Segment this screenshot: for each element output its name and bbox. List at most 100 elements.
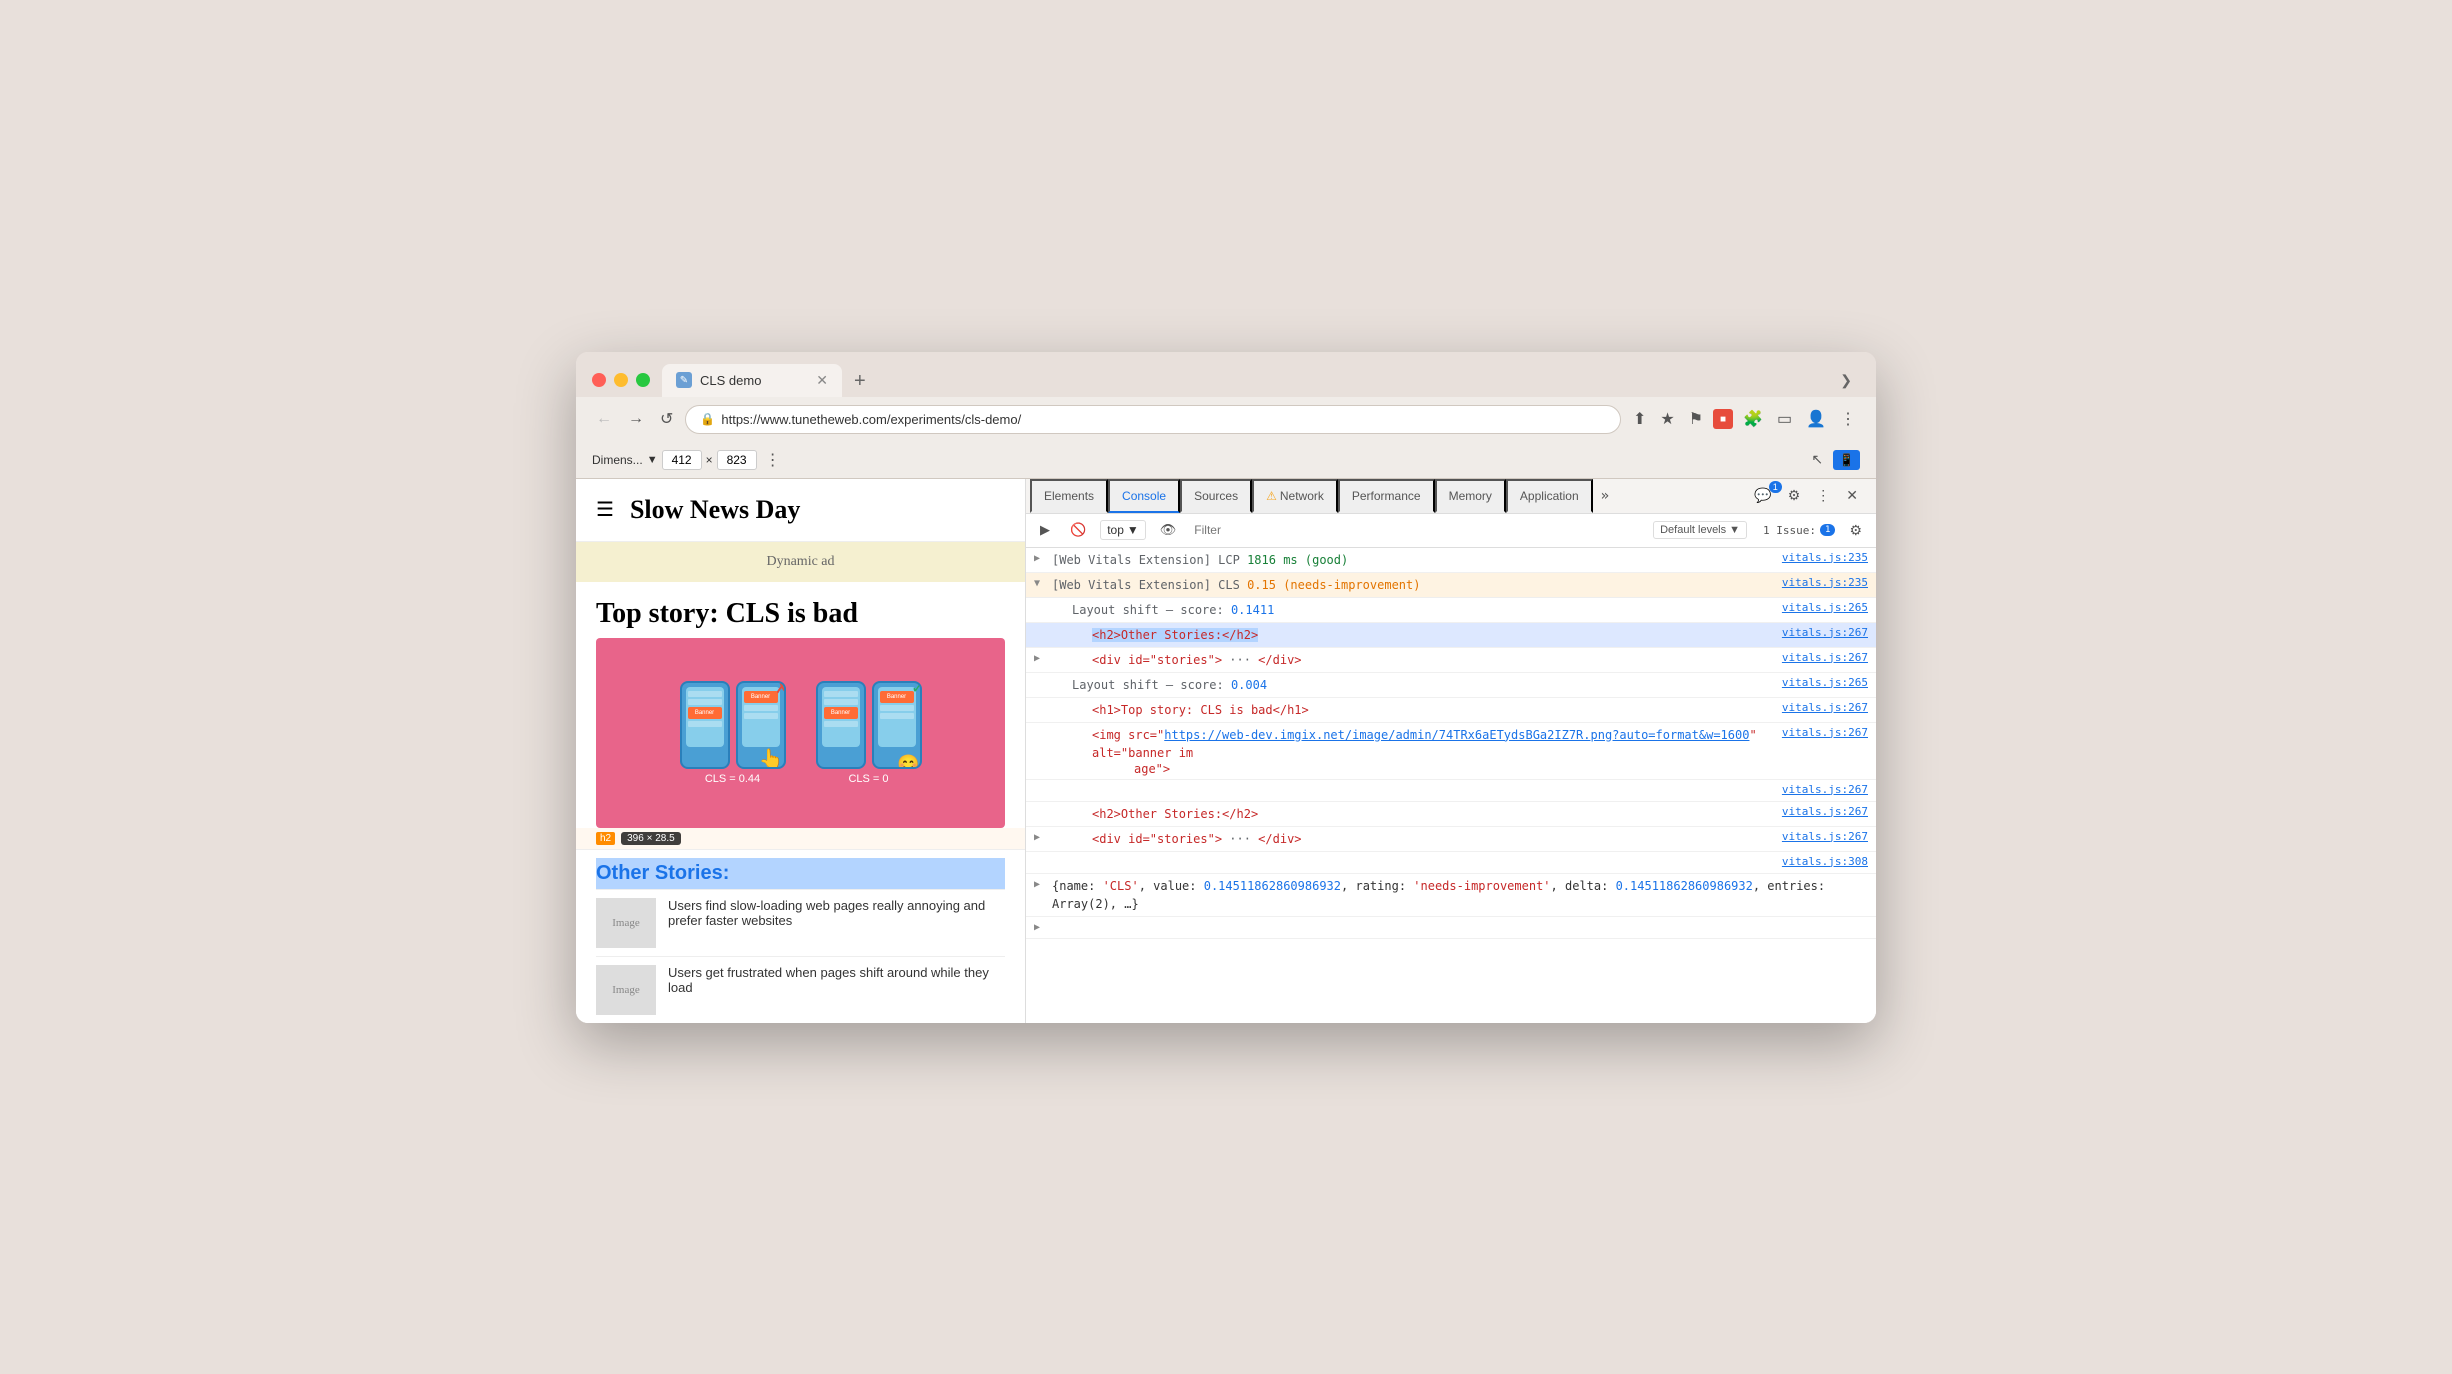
context-chevron-icon: ▼ bbox=[1127, 523, 1139, 537]
console-filter-input[interactable] bbox=[1190, 521, 1645, 539]
layout-shift-2-source[interactable]: vitals.js:265 bbox=[1766, 676, 1868, 689]
share-button[interactable]: ⬆ bbox=[1629, 405, 1650, 433]
extensions-button[interactable]: 🧩 bbox=[1739, 405, 1767, 433]
webpage-header: ☰ Slow News Day bbox=[576, 479, 1025, 542]
tabs-chevron-icon[interactable]: ❯ bbox=[1832, 364, 1860, 397]
img-content: <img src="https://web-dev.imgix.net/imag… bbox=[1052, 726, 1766, 762]
bookmark-button[interactable]: ★ bbox=[1656, 405, 1678, 433]
address-bar: ← → ↺ 🔒 https://www.tunetheweb.com/exper… bbox=[576, 397, 1876, 442]
console-play-button[interactable]: ▶ bbox=[1034, 520, 1056, 540]
title-bar: ✎ CLS demo ✕ + ❯ bbox=[576, 352, 1876, 397]
h1-source-link[interactable]: vitals.js:267 bbox=[1766, 701, 1868, 714]
h2-2-source-link[interactable]: vitals.js:267 bbox=[1766, 805, 1868, 818]
expand-div-stories-1[interactable]: ▶ bbox=[1034, 653, 1046, 664]
div-stories-2-source[interactable]: vitals.js:267 bbox=[1766, 830, 1868, 843]
console-row-lcp-content: [Web Vitals Extension] LCP 1816 ms (good… bbox=[1052, 551, 1766, 569]
new-tab-button[interactable]: + bbox=[846, 366, 874, 397]
dimension-cross: × bbox=[706, 453, 713, 467]
console-clear-button[interactable]: 🚫 bbox=[1064, 520, 1092, 540]
devtools-tab-memory[interactable]: Memory bbox=[1435, 479, 1506, 513]
back-button[interactable]: ← bbox=[592, 406, 616, 432]
console-levels-button[interactable]: Default levels ▼ bbox=[1653, 521, 1747, 539]
browser-tab[interactable]: ✎ CLS demo ✕ bbox=[662, 364, 842, 397]
devtools-tab-performance[interactable]: Performance bbox=[1338, 479, 1435, 513]
dimension-label: Dimens... bbox=[592, 453, 643, 467]
expand-div-stories-2[interactable]: ▶ bbox=[1034, 832, 1046, 843]
devtools-device-button[interactable]: 📱 bbox=[1833, 450, 1860, 470]
width-input[interactable] bbox=[662, 450, 702, 470]
close-button[interactable] bbox=[592, 373, 606, 387]
console-row-h2-highlight: <h2>Other Stories:</h2> vitals.js:267 bbox=[1026, 623, 1876, 648]
devtools-top-bar: Dimens... ▼ × ⋮ ↖ 📱 bbox=[576, 442, 1876, 479]
webpage: ☰ Slow News Day Dynamic ad Top story: CL… bbox=[576, 479, 1025, 1023]
div-stories-1-content: <div id="stories"> ··· </div> bbox=[1052, 651, 1766, 669]
phone-good-2: Banner ✓ 😊 bbox=[872, 681, 922, 769]
console-row-layout-shift-2: Layout shift – score: 0.004 vitals.js:26… bbox=[1026, 673, 1876, 698]
console-eye-button[interactable]: 👁 bbox=[1154, 520, 1183, 540]
console-row-h1: <h1>Top story: CLS is bad</h1> vitals.js… bbox=[1026, 698, 1876, 723]
menu-button[interactable]: ⋮ bbox=[1836, 405, 1860, 433]
devtools-settings-icon[interactable]: ⚙ bbox=[1782, 483, 1807, 508]
cls-source-link[interactable]: vitals.js:235 bbox=[1766, 576, 1868, 589]
bottom-expand-icon[interactable]: ▶ bbox=[1034, 922, 1046, 933]
console-row-div-stories-1: ▶ <div id="stories"> ··· </div> vitals.j… bbox=[1026, 648, 1876, 673]
blank-1-source[interactable]: vitals.js:267 bbox=[1766, 783, 1868, 796]
console-row-blank-1: vitals.js:267 bbox=[1026, 780, 1876, 802]
other-stories-highlight: Other Stories: bbox=[596, 858, 1005, 889]
dimension-dropdown-icon[interactable]: ▼ bbox=[647, 454, 658, 466]
tab-close-icon[interactable]: ✕ bbox=[816, 372, 828, 389]
other-stories-title: Other Stories: bbox=[596, 862, 729, 884]
story-text-1: Users find slow-loading web pages really… bbox=[668, 898, 1005, 928]
console-row-object: ▶ {name: 'CLS', value: 0.145118628609869… bbox=[1026, 874, 1876, 917]
profile-button[interactable]: 👤 bbox=[1802, 405, 1830, 433]
devtools-panel: Elements Console Sources ⚠ Network Perfo… bbox=[1026, 479, 1876, 1023]
minimize-button[interactable] bbox=[614, 373, 628, 387]
sidebar-button[interactable]: ▭ bbox=[1773, 405, 1796, 433]
recording-button[interactable]: ■ bbox=[1713, 409, 1733, 429]
height-input[interactable] bbox=[717, 450, 757, 470]
lcp-source-link[interactable]: vitals.js:235 bbox=[1766, 551, 1868, 564]
blank-2-source[interactable]: vitals.js:308 bbox=[1766, 855, 1868, 868]
maximize-button[interactable] bbox=[636, 373, 650, 387]
finger-emoji: 👆 bbox=[759, 747, 784, 769]
tab-title: CLS demo bbox=[700, 373, 761, 388]
devtools-notifications-button[interactable]: 💬 1 bbox=[1748, 483, 1777, 508]
devtools-tab-network[interactable]: ⚠ Network bbox=[1252, 479, 1338, 513]
flag-button[interactable]: ⚑ bbox=[1685, 405, 1707, 433]
devtools-tabs-more-icon[interactable]: » bbox=[1593, 480, 1617, 512]
expand-cls-icon[interactable]: ▼ bbox=[1034, 578, 1046, 589]
img-source-link[interactable]: vitals.js:267 bbox=[1766, 726, 1868, 739]
div-stories-1-source[interactable]: vitals.js:267 bbox=[1766, 651, 1868, 664]
expand-lcp-icon[interactable]: ▶ bbox=[1034, 553, 1046, 564]
devtools-tab-application[interactable]: Application bbox=[1506, 479, 1593, 513]
devtools-inspect-button[interactable]: ↖ bbox=[1807, 447, 1827, 472]
console-context-button[interactable]: top ▼ bbox=[1100, 520, 1146, 540]
img-src-link[interactable]: https://web-dev.imgix.net/image/admin/74… bbox=[1164, 728, 1749, 742]
dimension-more-button[interactable]: ⋮ bbox=[761, 446, 785, 474]
check-mark-icon: ✓ bbox=[911, 681, 921, 698]
devtools-tab-sources[interactable]: Sources bbox=[1180, 479, 1252, 513]
reload-button[interactable]: ↺ bbox=[656, 405, 677, 433]
devtools-tab-elements[interactable]: Elements bbox=[1030, 479, 1108, 513]
console-row-cls-content: [Web Vitals Extension] CLS 0.15 (needs-i… bbox=[1052, 576, 1766, 594]
forward-button[interactable]: → bbox=[624, 406, 648, 432]
url-text: https://www.tunetheweb.com/experiments/c… bbox=[721, 412, 1021, 427]
address-input[interactable]: 🔒 https://www.tunetheweb.com/experiments… bbox=[685, 405, 1621, 434]
div-stories-2-content: <div id="stories"> ··· </div> bbox=[1052, 830, 1766, 848]
devtools-close-button[interactable]: ✕ bbox=[1840, 483, 1864, 508]
layout-shift-1-content: Layout shift – score: 0.1411 bbox=[1052, 601, 1766, 619]
toolbar-icons: ⬆ ★ ⚑ ■ 🧩 ▭ 👤 ⋮ bbox=[1629, 405, 1860, 433]
h2-source-link[interactable]: vitals.js:267 bbox=[1766, 626, 1868, 639]
console-row-lcp: ▶ [Web Vitals Extension] LCP 1816 ms (go… bbox=[1026, 548, 1876, 573]
expand-object-icon[interactable]: ▶ bbox=[1034, 879, 1046, 890]
hamburger-icon[interactable]: ☰ bbox=[596, 497, 614, 522]
phone-bad-1: Banner bbox=[680, 681, 730, 769]
devtools-main-tabs: Elements Console Sources ⚠ Network Perfo… bbox=[1026, 479, 1876, 514]
layout-shift-1-source[interactable]: vitals.js:265 bbox=[1766, 601, 1868, 614]
devtools-tab-console[interactable]: Console bbox=[1108, 479, 1180, 513]
h2-2-content: <h2>Other Stories:</h2> bbox=[1052, 805, 1766, 823]
devtools-more-button[interactable]: ⋮ bbox=[1810, 483, 1836, 508]
top-label: top bbox=[1107, 523, 1124, 537]
console-row-blank-2: vitals.js:308 bbox=[1026, 852, 1876, 874]
console-settings-button[interactable]: ⚙ bbox=[1843, 518, 1868, 543]
